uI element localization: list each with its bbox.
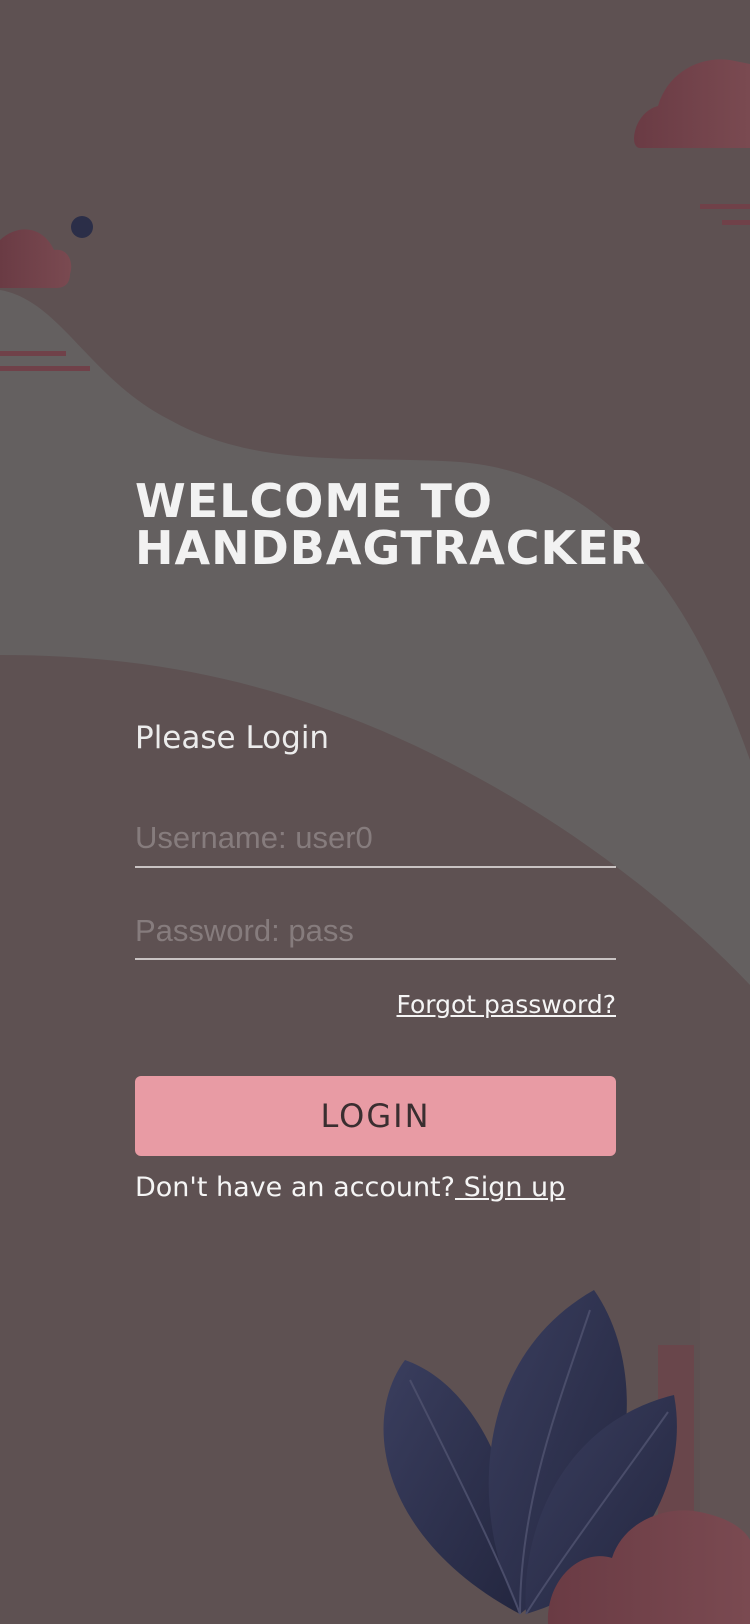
cloud-line-icon	[0, 351, 66, 356]
login-form: WELCOME TO HANDBAGTRACKER Please Login F…	[135, 0, 645, 1624]
cloud-top-right-icon	[634, 59, 750, 149]
dot-icon	[71, 216, 93, 238]
login-subtitle: Please Login	[135, 720, 330, 756]
login-button[interactable]: LOGIN	[135, 1076, 616, 1156]
page-title: WELCOME TO HANDBAGTRACKER	[135, 474, 647, 575]
cloud-line-icon	[0, 366, 90, 371]
forgot-password-link[interactable]: Forgot password?	[397, 988, 617, 1022]
login-screen: WELCOME TO HANDBAGTRACKER Please Login F…	[0, 0, 750, 1624]
cloud-left-icon	[0, 229, 72, 288]
signup-prompt: Don't have an account? Sign up	[135, 1170, 565, 1206]
password-input[interactable]	[135, 904, 616, 960]
signup-prompt-text: Don't have an account?	[135, 1172, 455, 1203]
signup-link[interactable]: Sign up	[455, 1172, 566, 1203]
username-input[interactable]	[135, 810, 616, 868]
cloud-line-icon	[722, 220, 750, 225]
cloud-line-icon	[700, 204, 750, 209]
